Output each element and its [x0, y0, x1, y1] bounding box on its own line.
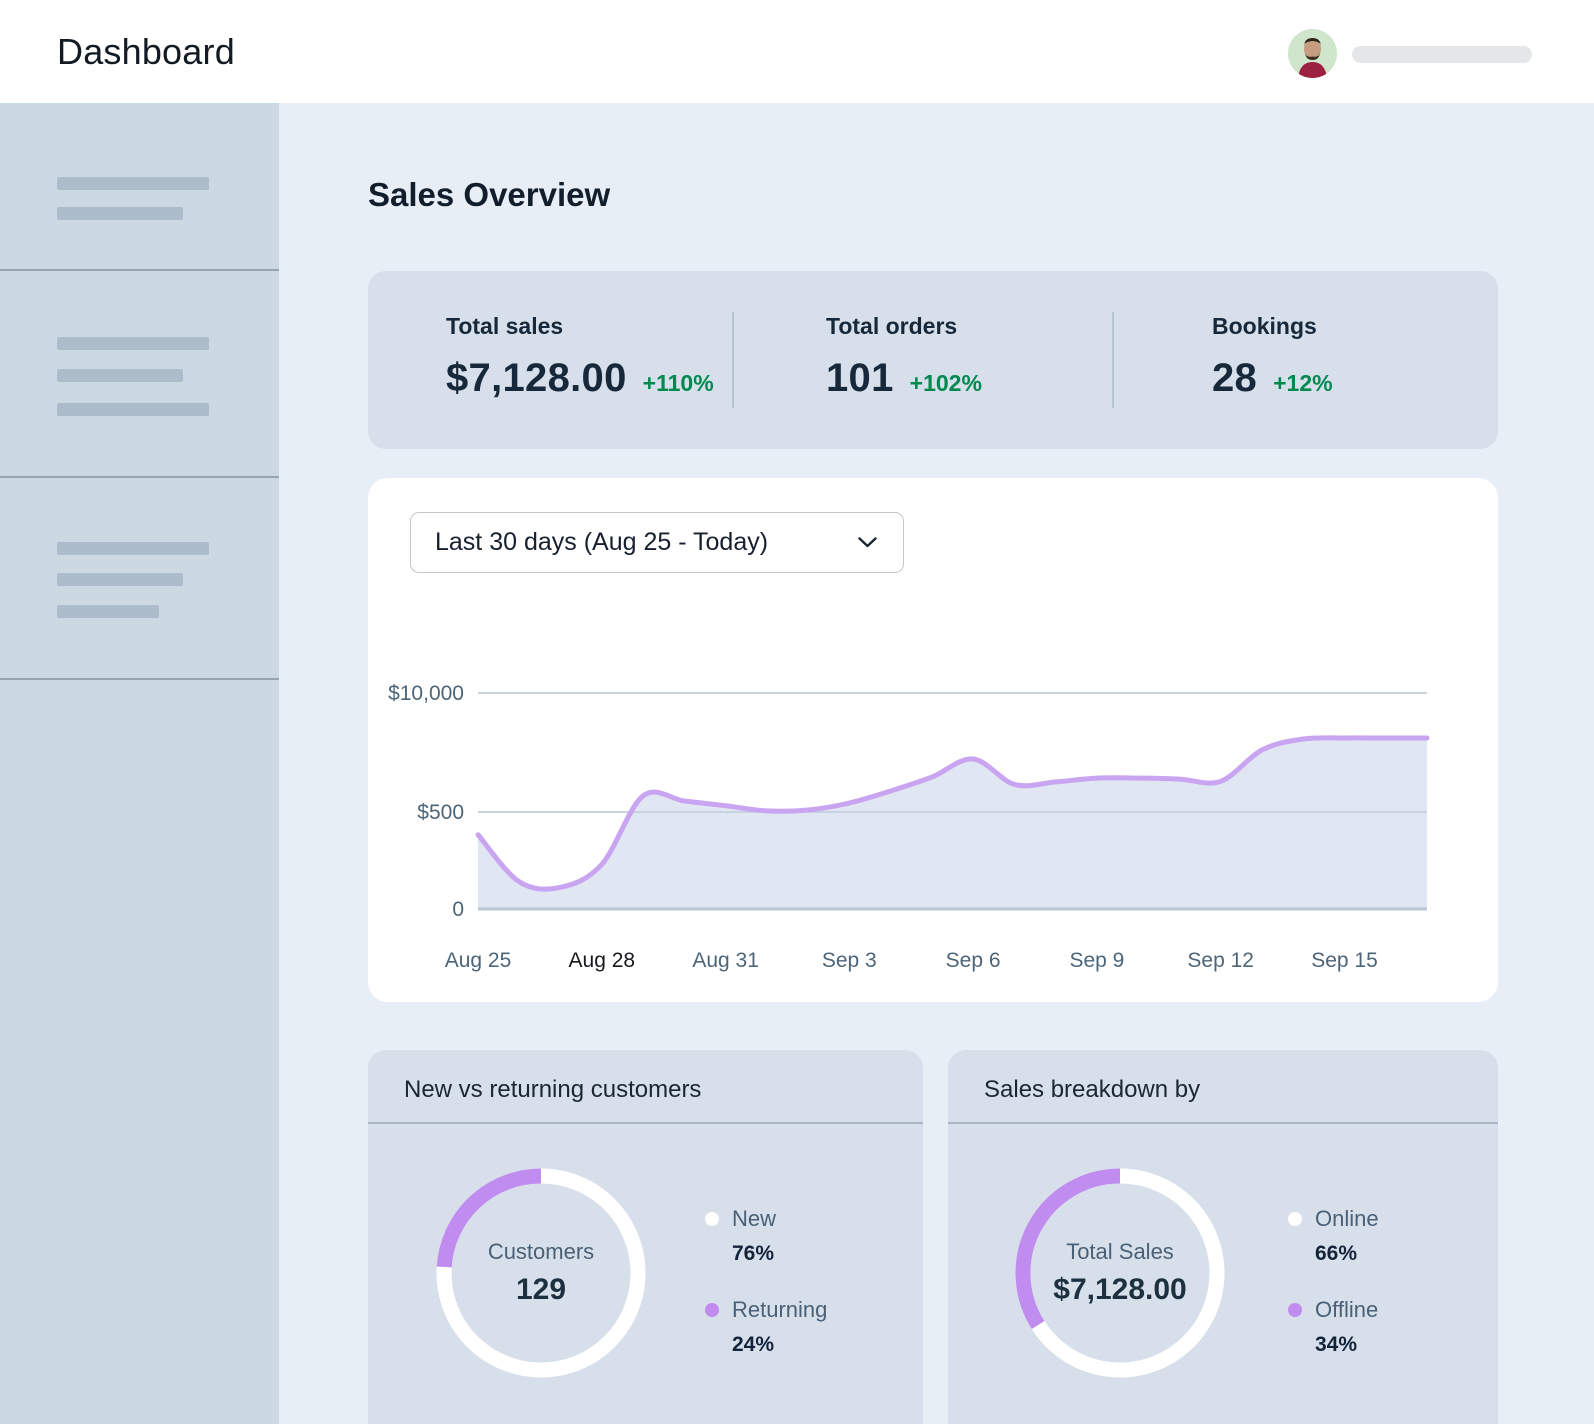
- stat-label: Bookings: [1212, 313, 1498, 340]
- legend-label: New: [732, 1206, 776, 1232]
- sidebar-skeleton-bar: [57, 207, 183, 220]
- sidebar-skeleton-bar: [57, 337, 209, 350]
- customers-donut-chart: Customers 129: [436, 1168, 646, 1378]
- stat-delta-badge: +110%: [643, 370, 714, 397]
- stat-value: $7,128.00: [446, 356, 627, 401]
- svg-text:Sep 12: Sep 12: [1187, 949, 1254, 972]
- svg-text:Aug 31: Aug 31: [692, 949, 759, 972]
- sidebar-divider: [0, 678, 279, 680]
- header-title: Dashboard: [57, 0, 235, 103]
- svg-text:$500: $500: [417, 801, 464, 824]
- sales-over-time-chart: $10,000 $500 0 Aug 25 Aug 28 Aug 31 Sep 3 Sep 6…: [368, 478, 1498, 1002]
- legend-item: Online 66%: [1288, 1206, 1379, 1266]
- legend-value: 24%: [732, 1333, 827, 1357]
- svg-text:Sep 15: Sep 15: [1311, 949, 1378, 972]
- card-title: New vs returning customers: [404, 1076, 701, 1104]
- legend-value: 66%: [1315, 1242, 1379, 1266]
- legend-label: Offline: [1315, 1297, 1378, 1323]
- svg-text:0: 0: [452, 898, 464, 921]
- donut-ring: [1015, 1168, 1225, 1378]
- legend-label: Online: [1315, 1206, 1379, 1232]
- legend-label: Returning: [732, 1297, 827, 1323]
- stat-delta-badge: +102%: [910, 370, 982, 397]
- svg-text:Aug 25: Aug 25: [445, 949, 512, 972]
- card-divider: [368, 1122, 923, 1124]
- legend: New 76% Returning 24%: [705, 1206, 827, 1388]
- header-placeholder-bar: [1352, 46, 1532, 63]
- svg-text:Sep 6: Sep 6: [946, 949, 1001, 972]
- breakdown-card: Sales breakdown by Total Sales $7,128.00…: [948, 1050, 1498, 1424]
- legend-dot: [1288, 1212, 1302, 1226]
- svg-text:Sep 9: Sep 9: [1069, 949, 1124, 972]
- legend-dot: [705, 1212, 719, 1226]
- legend-item: Offline 34%: [1288, 1297, 1379, 1357]
- top-header: Dashboard: [0, 0, 1594, 103]
- legend-dot: [1288, 1303, 1302, 1317]
- sidebar-skeleton-bar: [57, 542, 209, 555]
- customers-card: New vs returning customers Customers 129…: [368, 1050, 923, 1424]
- sales-chart-card: Last 30 days (Aug 25 - Today) $10,000$50…: [368, 478, 1498, 1002]
- app-window: Dashboard Sales Overview Total sal: [0, 0, 1594, 1424]
- page-title: Sales Overview: [368, 176, 610, 214]
- legend: Online 66% Offline 34%: [1288, 1206, 1379, 1388]
- stat-bookings: Bookings 28 +12%: [1114, 271, 1498, 449]
- legend-value: 34%: [1315, 1333, 1379, 1357]
- stat-label: Total orders: [826, 313, 1112, 340]
- legend-item: Returning 24%: [705, 1297, 827, 1357]
- sidebar-skeleton-bar: [57, 605, 159, 618]
- sidebar-skeleton-bar: [57, 403, 209, 416]
- sidebar-divider: [0, 269, 279, 271]
- stat-total-sales: Total sales $7,128.00 +110%: [368, 271, 732, 449]
- sidebar-skeleton-bar: [57, 369, 183, 382]
- card-title: Sales breakdown by: [984, 1076, 1200, 1104]
- stat-value: 101: [826, 356, 894, 401]
- sidebar-divider: [0, 476, 279, 478]
- stats-summary-card: Total sales $7,128.00 +110% Total orders…: [368, 271, 1498, 449]
- stat-delta-badge: +12%: [1273, 370, 1332, 397]
- person-avatar-icon: [1288, 29, 1337, 78]
- card-divider: [948, 1122, 1498, 1124]
- donut-ring: [436, 1168, 646, 1378]
- svg-text:Sep 3: Sep 3: [822, 949, 877, 972]
- legend-item: New 76%: [705, 1206, 827, 1266]
- svg-text:Aug 28: Aug 28: [569, 949, 636, 972]
- legend-dot: [705, 1303, 719, 1317]
- sidebar: [0, 103, 279, 1424]
- avatar[interactable]: [1288, 29, 1337, 78]
- sidebar-skeleton-bar: [57, 573, 183, 586]
- stat-value: 28: [1212, 356, 1257, 401]
- sidebar-skeleton-bar: [57, 177, 209, 190]
- svg-text:$10,000: $10,000: [388, 682, 464, 705]
- legend-value: 76%: [732, 1242, 827, 1266]
- stat-total-orders: Total orders 101 +102%: [734, 271, 1112, 449]
- breakdown-donut-chart: Total Sales $7,128.00: [1015, 1168, 1225, 1378]
- stat-label: Total sales: [446, 313, 732, 340]
